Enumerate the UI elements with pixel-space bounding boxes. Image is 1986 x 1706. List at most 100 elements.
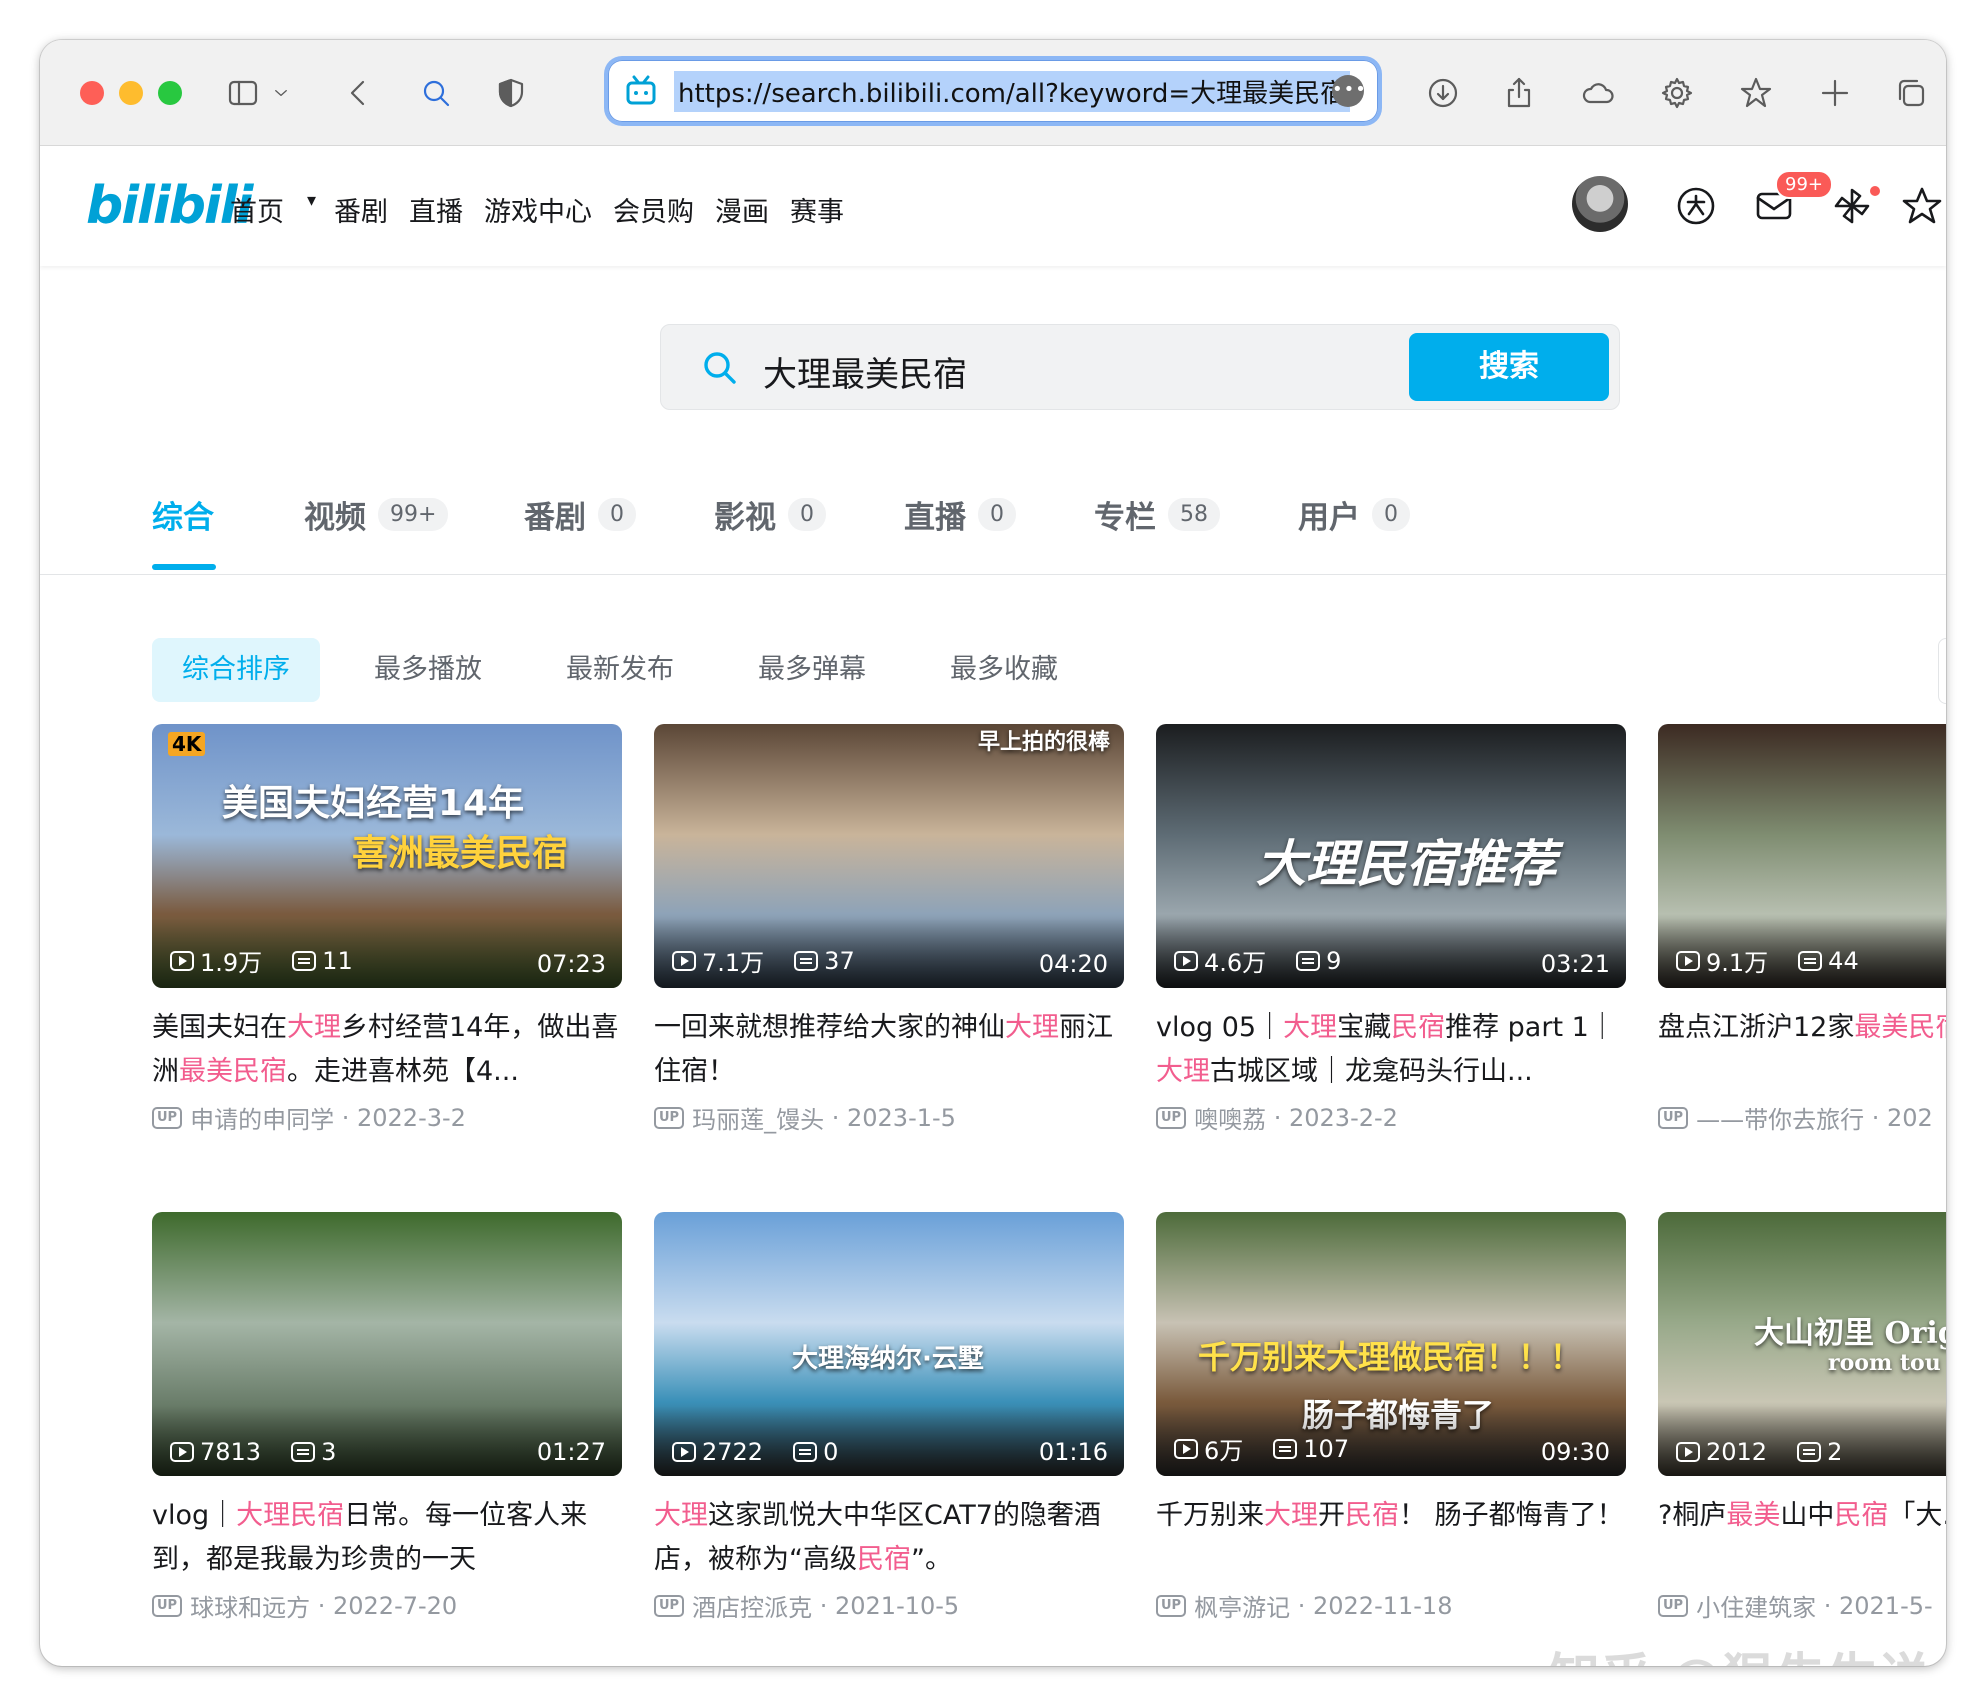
view-count: 4.6万 — [1204, 949, 1267, 977]
dynamic-pinwheel-icon[interactable] — [1830, 184, 1874, 228]
video-thumbnail[interactable]: 4K 美国夫妇经营14年 喜洲最美民宿 1.9万 11 07:23 — [152, 724, 622, 988]
avatar[interactable] — [1572, 176, 1628, 232]
minimize-window-button[interactable] — [119, 81, 143, 105]
tab-all[interactable]: 综合 — [152, 492, 214, 537]
uploader-name[interactable]: 小住建筑家 — [1696, 1588, 1816, 1623]
video-thumbnail[interactable]: 7813 3 01:27 — [152, 1212, 622, 1476]
main-nav: 首页 ▾ 番剧 直播 游戏中心 会员购 漫画 赛事 — [230, 190, 865, 229]
tab-label: 综合 — [152, 500, 214, 536]
address-bar[interactable]: https://search.bilibili.com/all?keyword=… — [608, 60, 1378, 122]
upload-date: 2023-1-5 — [846, 1103, 956, 1132]
uploader-name[interactable]: 申请的申同学 — [190, 1100, 334, 1135]
gear-icon[interactable] — [1654, 70, 1700, 116]
video-title[interactable]: 大理这家凯悦大中华区CAT7的隐奢酒店，被称为“高级民宿”。 — [654, 1494, 1124, 1582]
bilibili-logo[interactable]: bilibili — [86, 176, 253, 236]
search-button[interactable]: 搜索 — [1409, 333, 1609, 401]
tab-live[interactable]: 直播 0 — [904, 492, 1016, 537]
more-options-icon[interactable]: ••• — [1332, 75, 1366, 107]
video-card[interactable]: 4K 美国夫妇经营14年 喜洲最美民宿 1.9万 11 07:23 美国夫妇在大理乡村经营1… — [152, 724, 622, 1135]
video-card[interactable]: 7813 3 01:27 vlog｜大理民宿日常。每一位客人来到，都是我最为珍贵的一天… — [152, 1212, 622, 1623]
uploader-icon: UP — [1658, 1106, 1689, 1129]
vip-icon[interactable] — [1674, 184, 1718, 228]
video-card[interactable]: 千万别来大理做民宿！！！肠子都悔青了6万10709:30 千万别来大理开民宿！ 肠… — [1156, 1212, 1626, 1623]
zoom-window-button[interactable] — [158, 81, 182, 105]
video-thumbnail[interactable]: 大理海纳尔·云墅 2722 0 01:16 — [654, 1212, 1124, 1476]
tab-movie[interactable]: 影视 0 — [714, 492, 826, 537]
view-count: 2722 — [702, 1438, 764, 1466]
close-window-button[interactable] — [80, 81, 104, 105]
cloud-icon[interactable] — [1575, 70, 1621, 116]
uploader-icon: UP — [1156, 1106, 1187, 1129]
share-icon[interactable] — [1496, 70, 1542, 116]
chevron-down-icon[interactable]: ▾ — [307, 190, 316, 229]
uploader-name[interactable]: 酒店控派克 — [692, 1588, 812, 1623]
video-thumbnail[interactable]: 早上拍的很棒 7.1万 37 04:20 — [654, 724, 1124, 988]
new-tab-plus-icon[interactable] — [1812, 70, 1858, 116]
video-thumbnail[interactable]: 大理民宿推荐 4.6万 9 03:21 — [1156, 724, 1626, 988]
nav-item-mall[interactable]: 会员购 — [613, 190, 694, 229]
search-input[interactable]: 大理最美民宿 — [763, 347, 967, 396]
video-stats: 1.9万 11 — [170, 943, 353, 978]
active-tab-indicator — [152, 564, 216, 570]
keyword-highlight: 最美民宿 — [1854, 1012, 1946, 1043]
nav-item-home[interactable]: 首页 — [230, 190, 284, 229]
title-text: ！ 肠子都悔青了！ — [1399, 1500, 1624, 1531]
nav-item-live[interactable]: 直播 — [409, 190, 463, 229]
video-card[interactable]: 大理海纳尔·云墅 2722 0 01:16 大理这家凯悦大中华区CAT7的隐奢酒店，被称… — [654, 1212, 1124, 1623]
tab-bangumi[interactable]: 番剧 0 — [524, 492, 636, 537]
back-arrow-icon[interactable] — [336, 70, 382, 116]
nav-item-game-center[interactable]: 游戏中心 — [484, 190, 592, 229]
nav-item-anime[interactable]: 番剧 — [334, 190, 388, 229]
video-title[interactable]: 盘点江浙沪12家最美民宿都绝美 — [1658, 1006, 1946, 1094]
title-text: vlog 05｜ — [1156, 1012, 1284, 1043]
uploader-name[interactable]: 噢噢荔 — [1194, 1100, 1266, 1135]
tab-user[interactable]: 用户 0 — [1298, 492, 1410, 537]
video-thumbnail[interactable]: 9.1万 44 — [1658, 724, 1946, 988]
search-icon[interactable] — [413, 70, 459, 116]
video-card[interactable]: 早上拍的很棒 7.1万 37 04:20 一回来就想推荐给大家的神仙大理丽江住宿！ UP 玛… — [654, 724, 1124, 1135]
title-text: 。走进喜林苑【4... — [287, 1056, 519, 1087]
video-title[interactable]: ?桐庐最美山中民宿「大...room — [1658, 1494, 1946, 1582]
tab-count: 0 — [598, 498, 636, 531]
video-title[interactable]: 美国夫妇在大理乡村经营14年，做出喜洲最美民宿。走进喜林苑【4... — [152, 1006, 622, 1094]
sort-comprehensive[interactable]: 综合排序 — [152, 638, 320, 702]
video-card[interactable]: 9.1万 44 盘点江浙沪12家最美民宿都绝美 UP ——带你去旅行 · 202 — [1658, 724, 1946, 1135]
sort-most-played[interactable]: 最多播放 — [374, 638, 482, 702]
sort-most-danmaku[interactable]: 最多弹幕 — [758, 638, 866, 702]
chevron-down-icon[interactable] — [266, 70, 296, 116]
video-title[interactable]: vlog｜大理民宿日常。每一位客人来到，都是我最为珍贵的一天 — [152, 1494, 622, 1582]
nav-item-esports[interactable]: 赛事 — [790, 190, 844, 229]
uploader-name[interactable]: ——带你去旅行 — [1696, 1100, 1864, 1135]
sort-most-favorited[interactable]: 最多收藏 — [950, 638, 1058, 702]
video-title[interactable]: 千万别来大理开民宿！ 肠子都悔青了！ — [1156, 1494, 1626, 1582]
video-title[interactable]: 一回来就想推荐给大家的神仙大理丽江住宿！ — [654, 1006, 1124, 1094]
uploader-name[interactable]: 玛丽莲_馒头 — [692, 1100, 824, 1135]
download-icon[interactable] — [1420, 70, 1466, 116]
video-title[interactable]: vlog 05｜大理宝藏民宿推荐 part 1｜大理古城区域｜龙龛码头行山... — [1156, 1006, 1626, 1094]
url-text[interactable]: https://search.bilibili.com/all?keyword=… — [674, 70, 1351, 112]
sidebar-toggle-icon[interactable] — [220, 70, 266, 116]
video-thumbnail[interactable]: 千万别来大理做民宿！！！肠子都悔青了6万10709:30 — [1156, 1212, 1626, 1476]
nav-item-manga[interactable]: 漫画 — [715, 190, 769, 229]
filter-toggle-button[interactable] — [1938, 638, 1946, 704]
video-card[interactable]: 大山初里 Origiroom tou 2012 2 ?桐庐最美山中民宿「大...roo… — [1658, 1212, 1946, 1623]
tab-video[interactable]: 视频 99+ — [304, 492, 449, 537]
keyword-highlight: 民宿 — [1834, 1500, 1889, 1531]
danmaku-icon — [1273, 1438, 1298, 1459]
shield-icon[interactable] — [488, 70, 534, 116]
thumbnail-caption: 大理民宿推荐 — [1256, 834, 1556, 893]
video-card[interactable]: 大理民宿推荐 4.6万 9 03:21 vlog 05｜大理宝藏民宿推荐 part 1｜… — [1156, 724, 1626, 1135]
uploader-name[interactable]: 球球和远方 — [190, 1588, 310, 1623]
video-stats: 2722 0 — [672, 1438, 838, 1466]
uploader-name[interactable]: 枫亭游记 — [1194, 1588, 1290, 1623]
tab-overview-icon[interactable] — [1888, 70, 1934, 116]
watermark: 知乎 @狠先生说 — [1548, 1636, 1930, 1666]
star-icon[interactable] — [1733, 70, 1779, 116]
tab-article[interactable]: 专栏 58 — [1094, 492, 1220, 537]
title-text: 千万别来 — [1156, 1500, 1264, 1531]
tab-label: 直播 — [904, 500, 966, 536]
video-meta: UP 申请的申同学 · 2022-3-2 — [152, 1100, 622, 1135]
sort-newest[interactable]: 最新发布 — [566, 638, 674, 702]
video-thumbnail[interactable]: 大山初里 Origiroom tou 2012 2 — [1658, 1212, 1946, 1476]
favorites-star-icon[interactable] — [1900, 184, 1944, 228]
